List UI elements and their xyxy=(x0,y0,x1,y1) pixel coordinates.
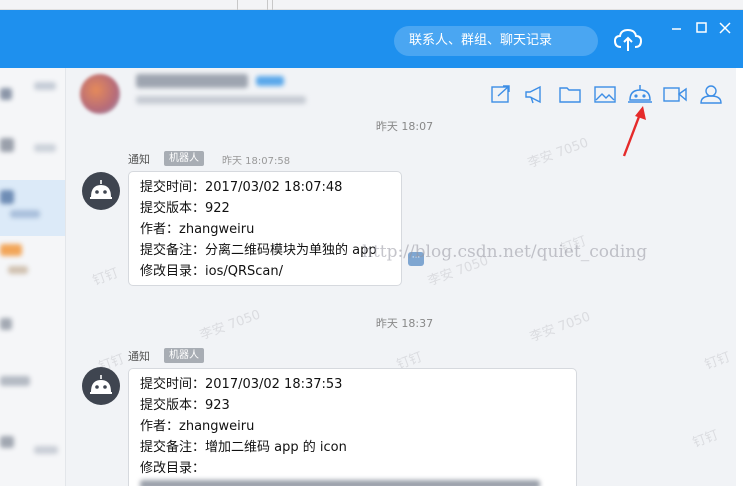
video-icon[interactable] xyxy=(663,84,687,104)
robot-avatar[interactable] xyxy=(82,172,120,210)
folder-icon[interactable] xyxy=(559,84,581,104)
robot-icon xyxy=(90,180,112,199)
message-line: 修改目录： xyxy=(140,461,206,476)
blurred-badge xyxy=(256,76,284,86)
title-bar: 联系人、群组、聊天记录 xyxy=(0,10,743,68)
message-bubble[interactable]: 提交时间：2017/03/02 18:07:48 提交版本：922 作者：zha… xyxy=(128,171,402,286)
time-separator: 昨天 18:37 xyxy=(375,317,434,330)
cloud-upload-icon[interactable] xyxy=(613,26,643,54)
message-time: 昨天 18:07:58 xyxy=(222,156,291,167)
sender-name[interactable]: 通知 xyxy=(128,151,150,167)
close-button[interactable] xyxy=(717,20,733,36)
message-line: 作者：zhangweiru xyxy=(140,419,255,434)
message-line: 提交备注：分离二维码模块为单独的 app xyxy=(140,243,377,258)
watermark-name: 李安 7050 xyxy=(526,135,591,172)
watermark-brand: 钉钉 xyxy=(702,349,733,373)
url-watermark: http://blog.csdn.net/quiet_coding xyxy=(362,242,648,262)
search-input[interactable]: 联系人、群组、聊天记录 xyxy=(394,26,598,56)
minimize-button[interactable] xyxy=(669,20,685,36)
robot-badge: 机器人 xyxy=(164,348,204,363)
robot-avatar[interactable] xyxy=(82,367,120,405)
message-line: 提交备注：增加二维码 app 的 icon xyxy=(140,440,347,455)
members-icon[interactable] xyxy=(698,84,722,104)
sender-name[interactable]: 通知 xyxy=(128,348,150,364)
list-item[interactable] xyxy=(0,300,65,352)
blurred-avatar xyxy=(0,138,14,152)
divider xyxy=(272,0,273,10)
watermark-brand: 钉钉 xyxy=(90,265,121,289)
conversation-list[interactable] xyxy=(0,68,66,486)
list-item[interactable] xyxy=(0,360,65,412)
divider xyxy=(267,0,268,10)
list-item[interactable] xyxy=(0,68,65,120)
robot-icon[interactable] xyxy=(627,84,653,104)
message-line: 提交版本：923 xyxy=(140,398,230,413)
blurred-text xyxy=(34,446,58,454)
message-line: 提交版本：922 xyxy=(140,201,230,216)
divider xyxy=(237,0,238,10)
blurred-chat-subtitle xyxy=(136,96,306,104)
share-icon[interactable] xyxy=(490,84,512,104)
blurred-avatar xyxy=(0,436,14,448)
list-item[interactable] xyxy=(0,418,65,470)
image-icon[interactable] xyxy=(594,84,616,104)
message-line: 作者：zhangweiru xyxy=(140,222,255,237)
blurred-text xyxy=(34,144,56,152)
message-bubble[interactable]: 提交时间：2017/03/02 18:37:53 提交版本：923 作者：zha… xyxy=(128,368,577,486)
right-edge xyxy=(736,68,743,486)
list-item[interactable] xyxy=(0,120,65,172)
top-strip xyxy=(0,0,743,10)
blurred-text xyxy=(34,82,56,90)
blurred-text xyxy=(10,210,40,218)
message-line: 提交时间：2017/03/02 18:07:48 xyxy=(140,180,343,195)
annotation-arrow xyxy=(622,106,646,157)
blurred-text xyxy=(8,266,28,274)
maximize-button[interactable] xyxy=(694,20,710,36)
message-line: 修改目录：ios/QRScan/ xyxy=(140,264,283,279)
blurred-text xyxy=(140,480,540,486)
robot-icon xyxy=(90,375,112,394)
blurred-avatar xyxy=(0,88,12,100)
watermark-brand: 钉钉 xyxy=(690,427,721,451)
avatar[interactable] xyxy=(80,74,120,114)
blurred-text xyxy=(0,376,30,386)
announcement-icon[interactable] xyxy=(524,84,546,104)
robot-badge: 机器人 xyxy=(164,151,204,166)
blurred-avatar xyxy=(0,244,22,256)
blurred-avatar xyxy=(0,318,12,330)
blurred-avatar xyxy=(0,190,14,204)
list-item[interactable] xyxy=(0,238,65,290)
blurred-chat-title xyxy=(136,74,248,88)
list-item[interactable] xyxy=(0,180,65,236)
message-line: 提交时间：2017/03/02 18:37:53 xyxy=(140,377,343,392)
